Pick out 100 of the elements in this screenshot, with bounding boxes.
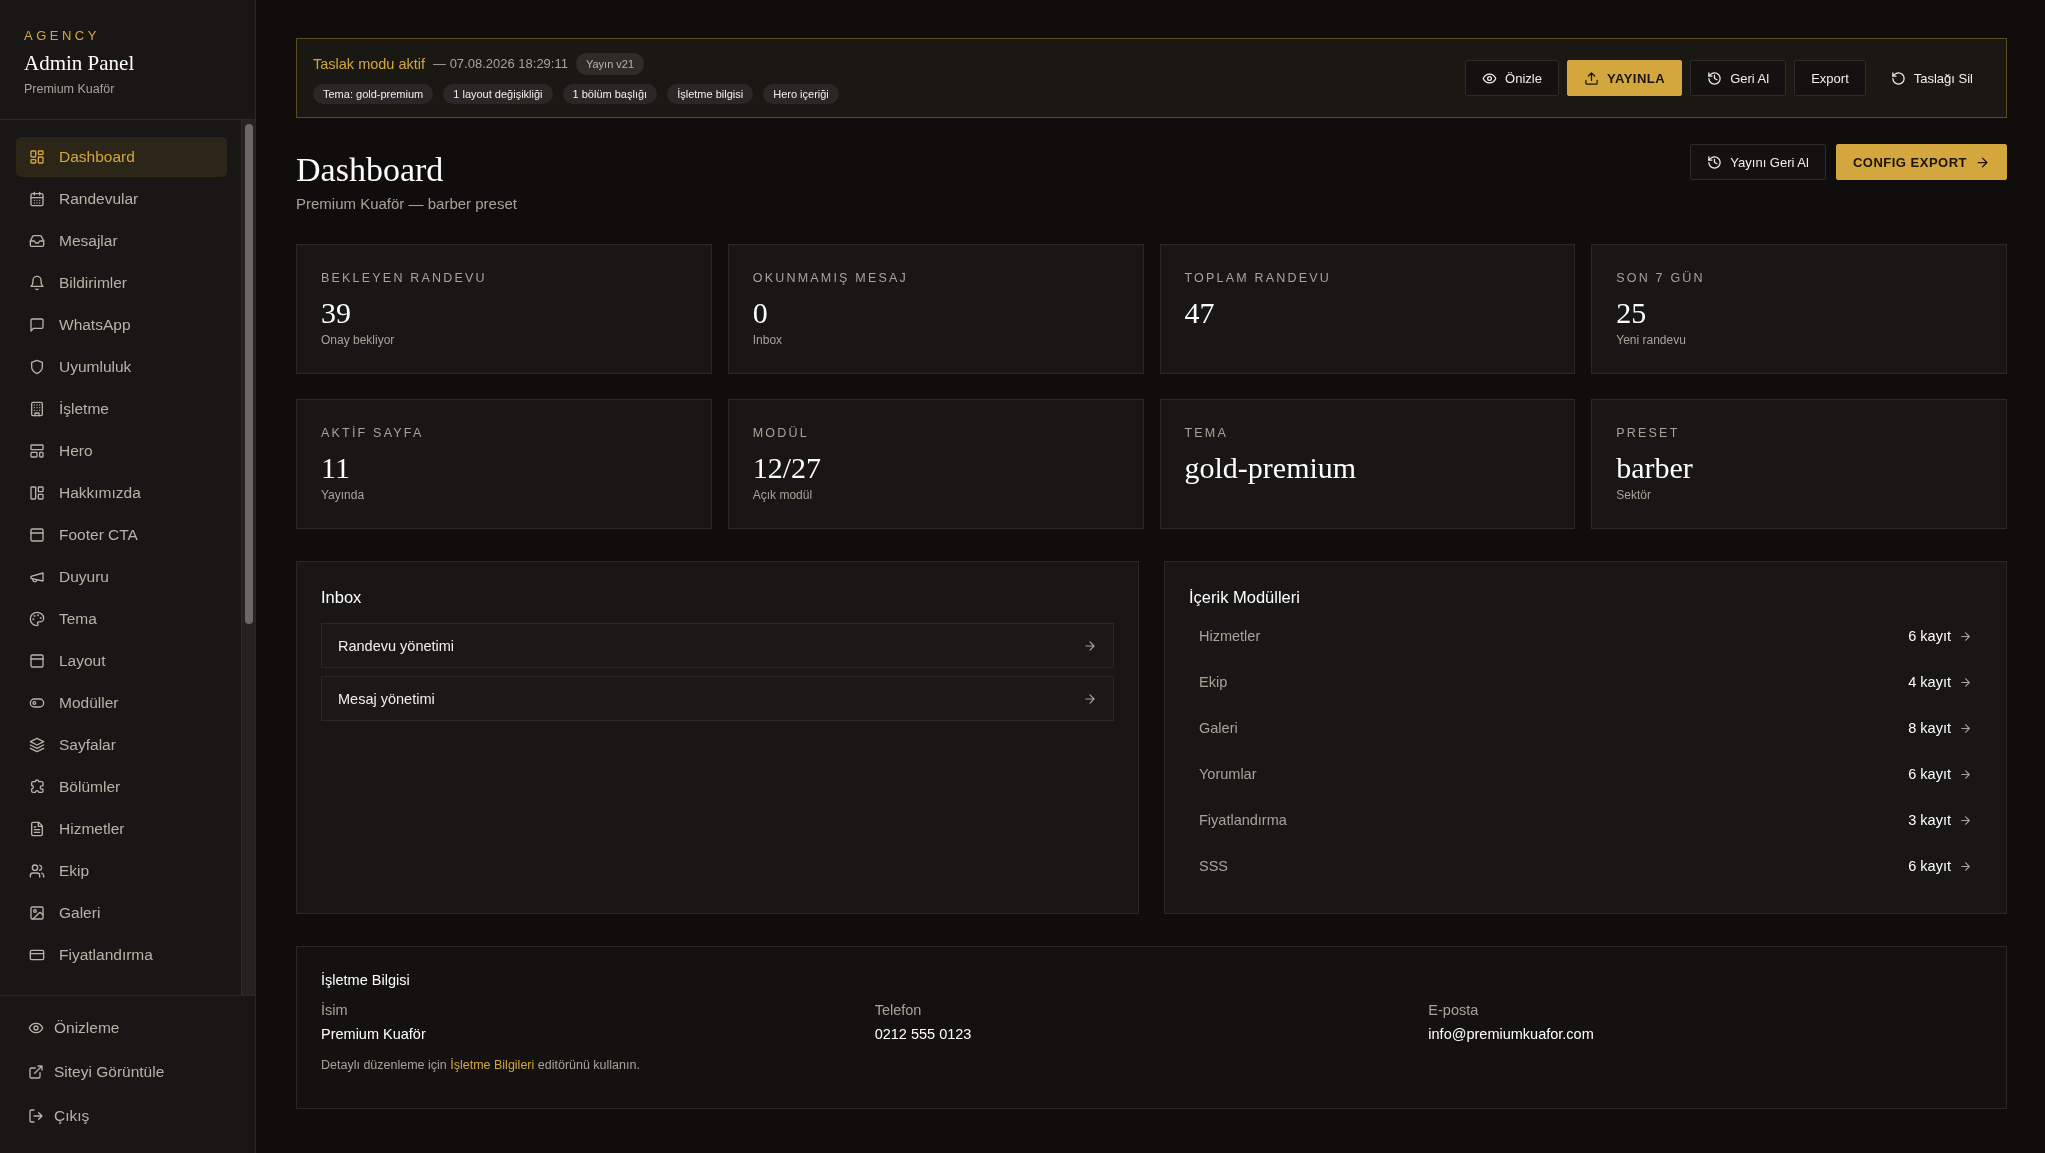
module-name: Fiyatlandırma bbox=[1199, 812, 1287, 828]
layout-icon bbox=[29, 443, 45, 459]
primary-button[interactable]: YAYINLA bbox=[1566, 60, 1683, 96]
eye-icon bbox=[1482, 70, 1498, 86]
scrollbar[interactable] bbox=[241, 120, 255, 995]
stat-note: Onay bekliyor bbox=[321, 332, 396, 347]
action-button[interactable]: Taslağı Sil bbox=[1873, 60, 1990, 96]
stat-note: Yayında bbox=[321, 487, 366, 502]
field-label: E-posta bbox=[1428, 1002, 1480, 1018]
nav-item[interactable]: Galeri bbox=[16, 893, 227, 933]
stat-note: Yeni randevu bbox=[1616, 332, 1687, 347]
layers-icon bbox=[29, 737, 45, 753]
field-label: Telefon bbox=[874, 1002, 923, 1018]
chat-icon bbox=[29, 317, 45, 333]
external-link-icon bbox=[28, 1064, 44, 1080]
nav-item[interactable]: Tema bbox=[16, 599, 227, 639]
nav-item[interactable]: Hizmetler bbox=[16, 809, 227, 849]
stat-note: Sektör bbox=[1616, 487, 1652, 502]
stat-label: SON 7 GÜN bbox=[1616, 271, 1706, 285]
arrow-right-icon bbox=[1959, 721, 1972, 735]
nav-item[interactable]: Layout bbox=[16, 641, 227, 681]
inbox-link[interactable]: Randevu yönetimi bbox=[321, 623, 1114, 668]
stat-note: Inbox bbox=[752, 332, 784, 347]
stat-value: 25 bbox=[1616, 297, 1648, 329]
arrow-right-icon bbox=[1083, 691, 1097, 706]
record-count-link[interactable]: 6 kayıt bbox=[1908, 628, 1972, 644]
page-title: Dashboard bbox=[296, 151, 445, 189]
stat-label: TEMA bbox=[1184, 426, 1230, 440]
nav-item[interactable]: Mesajlar bbox=[16, 221, 227, 261]
record-count-link[interactable]: 8 kayıt bbox=[1908, 720, 1972, 736]
nav-item[interactable]: Footer CTA bbox=[16, 515, 227, 555]
record-count-link[interactable]: 3 kayıt bbox=[1908, 812, 1972, 828]
editor-link[interactable]: İşletme Bilgileri bbox=[450, 1058, 535, 1072]
stat-value: 0 bbox=[752, 297, 769, 329]
primary-button[interactable]: CONFIG EXPORT bbox=[1835, 144, 2007, 180]
shield-icon bbox=[29, 359, 45, 375]
grid-icon bbox=[29, 149, 45, 165]
field-value: info@premiumkuafor.com bbox=[1428, 1026, 1595, 1042]
arrow-right-icon bbox=[1975, 154, 1990, 170]
panel-title: İçerik Modülleri bbox=[1189, 588, 1301, 607]
nav-item[interactable]: Bölümler bbox=[16, 767, 227, 807]
calendar-icon bbox=[29, 191, 45, 207]
help-text: Detaylı düzenleme için İşletme Bilgileri editörünü kullanın. bbox=[321, 1058, 641, 1072]
arrow-right-icon bbox=[1959, 767, 1972, 781]
change-tag: 1 layout değişikliği bbox=[443, 83, 553, 104]
nav-item[interactable]: Uyumluluk bbox=[16, 347, 227, 387]
nav-item[interactable]: Hakkımızda bbox=[16, 473, 227, 513]
nav-item[interactable]: İşletme bbox=[16, 389, 227, 429]
megaphone-icon bbox=[29, 569, 45, 585]
history-icon bbox=[1707, 70, 1723, 86]
nav-item[interactable]: Bildirimler bbox=[16, 263, 227, 303]
nav-item[interactable]: Randevular bbox=[16, 179, 227, 219]
nav-item[interactable]: Dashboard bbox=[16, 137, 227, 177]
field-value: 0212 555 0123 bbox=[874, 1026, 973, 1042]
card-icon bbox=[29, 947, 45, 963]
logout-icon bbox=[28, 1108, 44, 1124]
sidebar-link[interactable]: Siteyi Görüntüle bbox=[28, 1050, 255, 1094]
document-icon bbox=[29, 821, 45, 837]
stat-value: 47 bbox=[1184, 297, 1216, 329]
stat-value: 39 bbox=[321, 297, 352, 329]
stat-label: PRESET bbox=[1616, 426, 1681, 440]
change-tag: Tema: gold-premium bbox=[313, 83, 434, 104]
record-count-link[interactable]: 6 kayıt bbox=[1908, 766, 1972, 782]
action-button[interactable]: Export bbox=[1794, 60, 1866, 96]
building-icon bbox=[29, 401, 45, 417]
stat-label: BEKLEYEN RANDEVU bbox=[321, 271, 488, 285]
nav-item[interactable]: Modüller bbox=[16, 683, 227, 723]
change-tag: Hero içeriği bbox=[763, 83, 839, 104]
timestamp: — 07.08.2026 18:29:11 bbox=[433, 56, 568, 71]
sidebar-link[interactable]: Önizleme bbox=[28, 1006, 255, 1050]
stat-label: OKUNMAMIŞ MESAJ bbox=[752, 271, 909, 285]
record-count-link[interactable]: 6 kayıt bbox=[1908, 858, 1972, 874]
nav-item[interactable]: Sayfalar bbox=[16, 725, 227, 765]
action-button[interactable]: Yayını Geri Al bbox=[1690, 144, 1826, 180]
stat-value: 12/27 bbox=[752, 452, 823, 484]
action-button[interactable]: Geri Al bbox=[1690, 60, 1787, 96]
stat-note: Açık modül bbox=[752, 487, 814, 502]
action-button[interactable]: Önizle bbox=[1465, 60, 1559, 96]
palette-icon bbox=[29, 611, 45, 627]
stat-value: gold-premium bbox=[1184, 452, 1358, 484]
nav-item[interactable]: Ekip bbox=[16, 851, 227, 891]
page-subtitle: Premium Kuaför — barber preset bbox=[296, 195, 517, 212]
module-name: Hizmetler bbox=[1199, 628, 1261, 644]
draft-status: Taslak modu aktif bbox=[313, 55, 426, 72]
change-tag: İşletme bilgisi bbox=[667, 83, 754, 104]
stat-label: TOPLAM RANDEVU bbox=[1184, 271, 1333, 285]
image-icon bbox=[29, 905, 45, 921]
sidebar-link[interactable]: Çıkış bbox=[28, 1094, 255, 1138]
brand-tag: AGENCY bbox=[24, 28, 231, 43]
inbox-link[interactable]: Mesaj yönetimi bbox=[321, 676, 1114, 721]
window-icon bbox=[29, 527, 45, 543]
nav-item[interactable]: Fiyatlandırma bbox=[16, 935, 227, 975]
nav-item[interactable]: WhatsApp bbox=[16, 305, 227, 345]
module-name: Yorumlar bbox=[1199, 766, 1257, 782]
nav-item[interactable]: Duyuru bbox=[16, 557, 227, 597]
puzzle-icon bbox=[29, 779, 45, 795]
nav-item[interactable]: Hero bbox=[16, 431, 227, 471]
record-count-link[interactable]: 4 kayıt bbox=[1908, 674, 1972, 690]
inbox-icon bbox=[29, 233, 45, 249]
arrow-right-icon bbox=[1959, 675, 1972, 689]
